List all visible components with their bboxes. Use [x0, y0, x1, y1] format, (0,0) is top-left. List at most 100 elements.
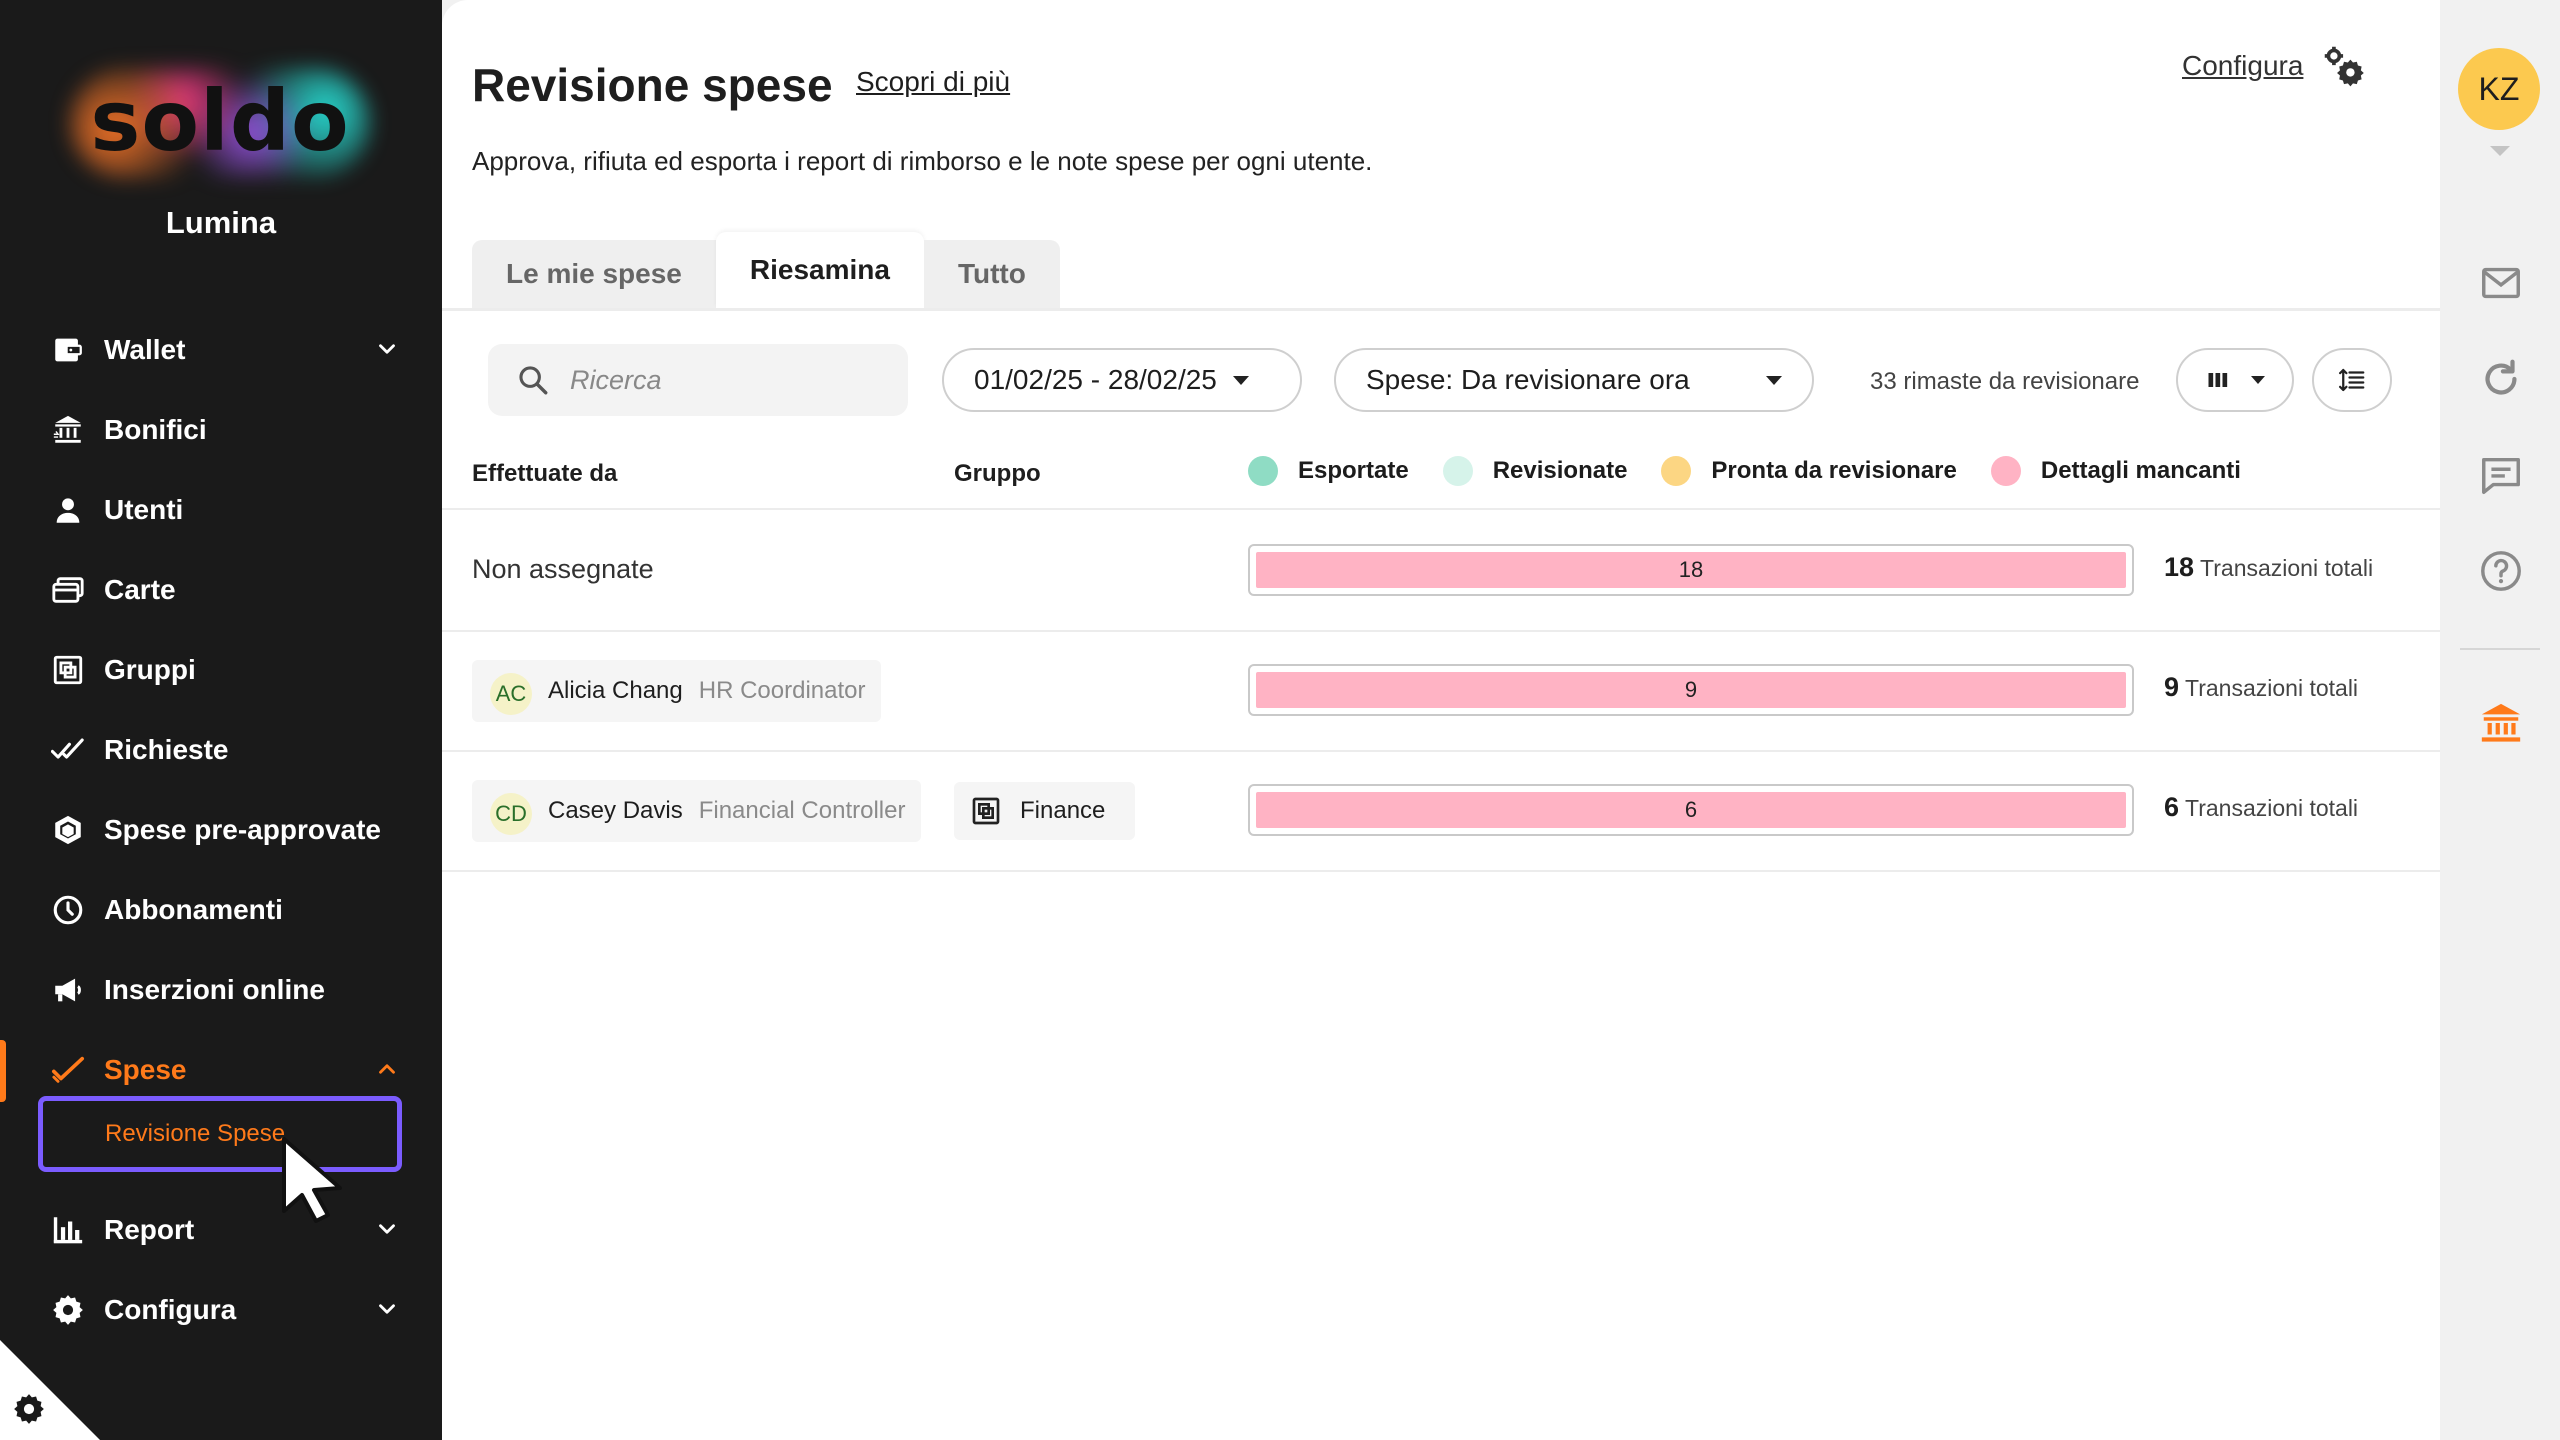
refresh-icon[interactable] — [2478, 356, 2524, 402]
total-count: 18 — [2164, 552, 2195, 582]
status-bar[interactable]: 9 — [1248, 664, 2134, 716]
group-chip[interactable]: Finance — [954, 782, 1136, 840]
tabs-divider — [442, 308, 2440, 311]
sort-icon — [2339, 368, 2365, 392]
nav-item-abbonamenti[interactable]: Abbonamenti — [0, 870, 442, 950]
rail-divider — [2460, 648, 2540, 650]
chevron-down-icon — [379, 1224, 395, 1234]
megaphone-icon — [50, 972, 86, 1008]
legend-dot — [1661, 456, 1692, 486]
search-box[interactable] — [488, 344, 908, 416]
chat-icon[interactable] — [2478, 452, 2524, 498]
bar-chart-icon — [50, 1212, 86, 1248]
nav-label: Spese — [104, 1054, 187, 1085]
user-chip[interactable]: CD Casey Davis Financial Controller — [472, 780, 922, 842]
table-row[interactable]: Non assegnate 18 18 Transazioni totali — [442, 512, 2440, 632]
nav-label: Spese pre-approvate — [104, 814, 381, 845]
nav-item-wallet[interactable]: Wallet — [0, 310, 442, 390]
legend-item-esportate: Esportate — [1248, 456, 1409, 486]
total-transactions: 9 Transazioni totali — [2164, 672, 2358, 703]
nav-label: Utenti — [104, 494, 184, 525]
configure-link[interactable]: Configura — [2182, 50, 2303, 82]
organization-name: Lumina — [165, 205, 277, 240]
date-range-dropdown[interactable]: 01/02/25 - 28/02/25 — [942, 348, 1302, 412]
status-bar[interactable]: 18 — [1248, 544, 2134, 596]
nav-item-inserzioni-online[interactable]: Inserzioni online — [0, 950, 442, 1030]
bank-icon[interactable] — [2478, 700, 2524, 746]
nav-label: Richieste — [104, 734, 229, 765]
user-icon — [50, 492, 86, 528]
table-header: Effettuate da Gruppo Esportate Revisiona… — [442, 452, 2440, 510]
bank-transfer-icon — [50, 412, 86, 448]
nav-item-carte[interactable]: Carte — [0, 550, 442, 630]
check-icon — [50, 1052, 86, 1088]
nav-item-report[interactable]: Report — [0, 1190, 442, 1270]
table-row[interactable]: CD Casey Davis Financial Controller Fina… — [442, 752, 2440, 872]
user-role: Financial Controller — [698, 797, 906, 824]
user-name: Alicia Chang — [548, 677, 683, 704]
user-chip[interactable]: AC Alicia Chang HR Coordinator — [472, 660, 882, 722]
column-header-group[interactable]: Gruppo — [954, 460, 1041, 488]
cards-icon — [50, 572, 86, 608]
status-legend: Esportate Revisionate Pronta da revision… — [1248, 456, 2275, 486]
subitem-label: Revisione Spese — [105, 1120, 286, 1147]
table-row[interactable]: AC Alicia Chang HR Coordinator 9 9 Transa… — [442, 632, 2440, 752]
help-icon[interactable] — [2478, 548, 2524, 594]
total-label: Transazioni totali — [2185, 675, 2359, 701]
tab-riesamina[interactable]: Riesamina — [715, 232, 924, 308]
right-rail: KZ — [2440, 0, 2560, 1440]
nav-label: Gruppi — [104, 654, 196, 685]
caret-down-icon — [1766, 375, 1782, 385]
tab-tutto[interactable]: Tutto — [923, 240, 1060, 308]
nav-item-gruppi[interactable]: Gruppi — [0, 630, 442, 710]
nav-item-configura[interactable]: Configura — [0, 1270, 442, 1350]
search-icon — [519, 366, 548, 395]
bar-segment-missing-details: 6 — [1256, 792, 2126, 828]
row-name: Non assegnate — [472, 554, 654, 584]
chevron-down-icon — [379, 1304, 395, 1314]
main-nav: Wallet Bonifici Utenti Carte Gruppi Rich… — [0, 310, 442, 1350]
user-name: Casey Davis — [548, 797, 683, 824]
double-check-icon — [50, 732, 86, 768]
sidebar: soldo Lumina Wallet Bonifici Utenti Cart… — [0, 0, 442, 1440]
total-label: Transazioni totali — [2185, 795, 2359, 821]
legend-item-pronta: Pronta da revisionare — [1661, 456, 1957, 486]
nav-item-spese-pre-approvate[interactable]: Spese pre-approvate — [0, 790, 442, 870]
status-bar[interactable]: 6 — [1248, 784, 2134, 836]
nav-item-richieste[interactable]: Richieste — [0, 710, 442, 790]
user-role: HR Coordinator — [698, 677, 866, 704]
sort-button[interactable] — [2312, 348, 2392, 412]
logo-text: soldo — [90, 72, 350, 170]
settings-gears-icon[interactable] — [2322, 44, 2366, 88]
page-subtitle: Approva, rifiuta ed esporta i report di … — [472, 146, 1373, 176]
nav-label: Report — [104, 1214, 195, 1245]
nav-label: Abbonamenti — [104, 894, 283, 925]
status-filter-value: Spese: Da revisionare ora — [1366, 364, 1690, 395]
main-panel: Revisione spese Scopri di più Configura … — [442, 0, 2440, 1440]
nav-label: Inserzioni online — [104, 974, 325, 1005]
legend-label: Dettagli mancanti — [2040, 457, 2241, 484]
settings-corner[interactable] — [0, 1340, 100, 1440]
nav-label: Bonifici — [104, 414, 207, 445]
page-title: Revisione spese — [472, 59, 833, 111]
bar-segment-missing-details: 18 — [1256, 552, 2126, 588]
user-avatar[interactable]: KZ — [2458, 48, 2540, 130]
learn-more-link[interactable]: Scopri di più — [856, 66, 1010, 98]
search-input[interactable] — [570, 364, 870, 396]
legend-label: Revisionate — [1492, 457, 1628, 484]
bar-segment-missing-details: 9 — [1256, 672, 2126, 708]
nav-item-bonifici[interactable]: Bonifici — [0, 390, 442, 470]
column-header-made-by[interactable]: Effettuate da — [472, 460, 617, 488]
tab-le-mie-spese[interactable]: Le mie spese — [472, 240, 716, 308]
legend-label: Pronta da revisionare — [1711, 457, 1957, 484]
nav-item-utenti[interactable]: Utenti — [0, 470, 442, 550]
hexagon-icon — [50, 812, 86, 848]
legend-item-dettagli-mancanti: Dettagli mancanti — [1990, 456, 2241, 486]
remaining-count: 33 rimaste da revisionare — [1870, 368, 2140, 395]
avatar: AC — [490, 673, 532, 715]
caret-down-icon — [1232, 375, 1249, 385]
status-filter-dropdown[interactable]: Spese: Da revisionare ora — [1334, 348, 1814, 412]
columns-button[interactable] — [2176, 348, 2294, 412]
mail-icon[interactable] — [2478, 260, 2524, 306]
caret-down-icon[interactable] — [2490, 146, 2510, 156]
